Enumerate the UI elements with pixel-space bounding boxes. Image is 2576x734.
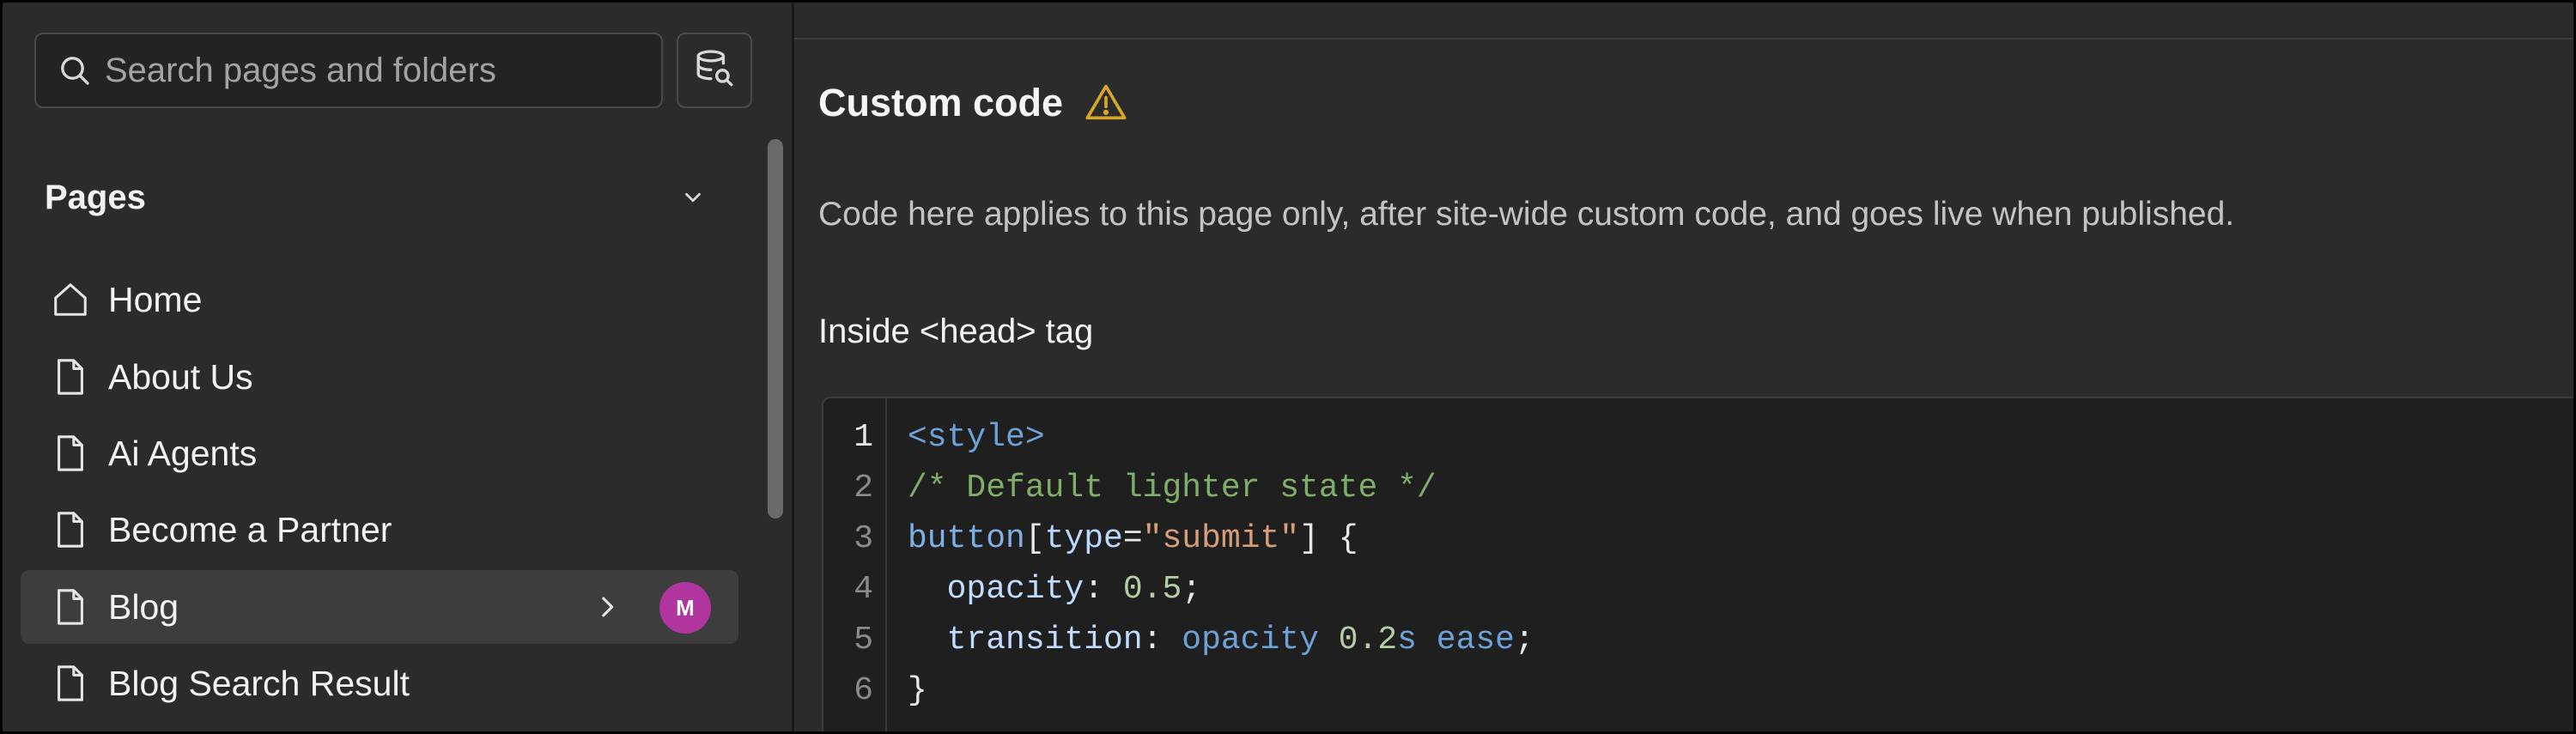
- code-line[interactable]: }: [908, 672, 927, 709]
- search-icon: [55, 51, 94, 90]
- line-number: 6: [854, 672, 873, 709]
- page-item-become-a-partner[interactable]: Become a Partner: [21, 493, 738, 567]
- search-box[interactable]: [34, 33, 663, 108]
- line-number: 3: [854, 520, 873, 557]
- pages-section-header[interactable]: Pages: [45, 172, 714, 223]
- page-icon: [50, 433, 91, 474]
- code-token: [: [1024, 520, 1045, 557]
- page-item-label: About Us: [108, 356, 253, 397]
- code-token-unit: s: [1397, 622, 1417, 658]
- page-settings-panel: Custom code Code here applies to this pa…: [794, 0, 2576, 734]
- section-description: Code here applies to this page only, aft…: [818, 196, 2235, 233]
- home-icon: [50, 279, 91, 320]
- code-token-keyword: ease: [1436, 622, 1515, 658]
- code-token: =: [1122, 520, 1143, 557]
- code-token-number: 0.5: [1122, 571, 1182, 608]
- line-number: 5: [854, 622, 873, 658]
- warning-icon: [1084, 81, 1128, 125]
- code-token-attribute: type: [1044, 520, 1123, 557]
- page-item-label: Ai Agents: [108, 433, 258, 473]
- code-token: ] {: [1299, 520, 1358, 557]
- top-divider: [794, 38, 2576, 39]
- code-token-selector: button: [908, 520, 1025, 557]
- head-tag-label: Inside <head> tag: [818, 312, 1094, 350]
- search-input[interactable]: [105, 51, 661, 90]
- code-token-property: transition: [946, 622, 1143, 658]
- line-number-gutter: 1 2 3 4 5 6: [823, 398, 887, 734]
- line-number: 4: [854, 571, 873, 608]
- code-editor[interactable]: 1 2 3 4 5 6 <style> /* Default lighter s…: [822, 397, 2576, 734]
- code-token-number: 0.2: [1338, 622, 1398, 658]
- line-number: 2: [854, 470, 873, 507]
- page-item-about-us[interactable]: About Us: [21, 340, 738, 414]
- chevron-down-icon[interactable]: [671, 176, 714, 219]
- page-item-label: Become a Partner: [108, 509, 392, 549]
- chevron-right-icon[interactable]: [586, 585, 629, 628]
- code-line[interactable]: button[type="submit"] {: [908, 520, 1358, 557]
- custom-code-header: Custom code: [818, 81, 1128, 125]
- page-icon: [50, 509, 91, 550]
- page-icon: [50, 356, 91, 397]
- pages-sidebar: Pages Home About Us Ai Agents Become a P…: [0, 0, 792, 734]
- page-icon: [50, 663, 91, 704]
- sidebar-scrollbar[interactable]: [768, 139, 783, 519]
- code-line[interactable]: /* Default lighter state */: [908, 470, 1437, 507]
- page-item-blog-search-result[interactable]: Blog Search Result: [21, 646, 738, 720]
- line-number: 1: [854, 419, 873, 456]
- page-item-ai-agents[interactable]: Ai Agents: [21, 416, 738, 490]
- code-token-keyword: opacity: [1182, 622, 1319, 658]
- code-line[interactable]: transition: opacity 0.2s ease;: [908, 622, 1534, 658]
- database-search-button[interactable]: [677, 33, 752, 108]
- code-line[interactable]: <style>: [908, 419, 1045, 456]
- database-search-icon: [693, 47, 736, 94]
- code-token: ;: [1182, 571, 1202, 608]
- page-item-blog[interactable]: Blog M: [21, 570, 738, 644]
- code-token-string: "submit": [1142, 520, 1300, 557]
- page-item-home[interactable]: Home: [21, 263, 738, 337]
- code-token: ;: [1514, 622, 1534, 658]
- code-token: :: [1142, 622, 1182, 658]
- page-item-label: Home: [108, 279, 203, 319]
- avatar[interactable]: M: [659, 582, 711, 634]
- pages-title: Pages: [45, 178, 146, 216]
- code-token: :: [1084, 571, 1123, 608]
- code-token-property: opacity: [946, 571, 1084, 608]
- page-item-label: Blog Search Result: [108, 663, 410, 703]
- section-title: Custom code: [818, 81, 1064, 124]
- code-line[interactable]: opacity: 0.5;: [908, 571, 1201, 608]
- page-item-label: Blog: [108, 586, 179, 627]
- page-icon: [50, 586, 91, 628]
